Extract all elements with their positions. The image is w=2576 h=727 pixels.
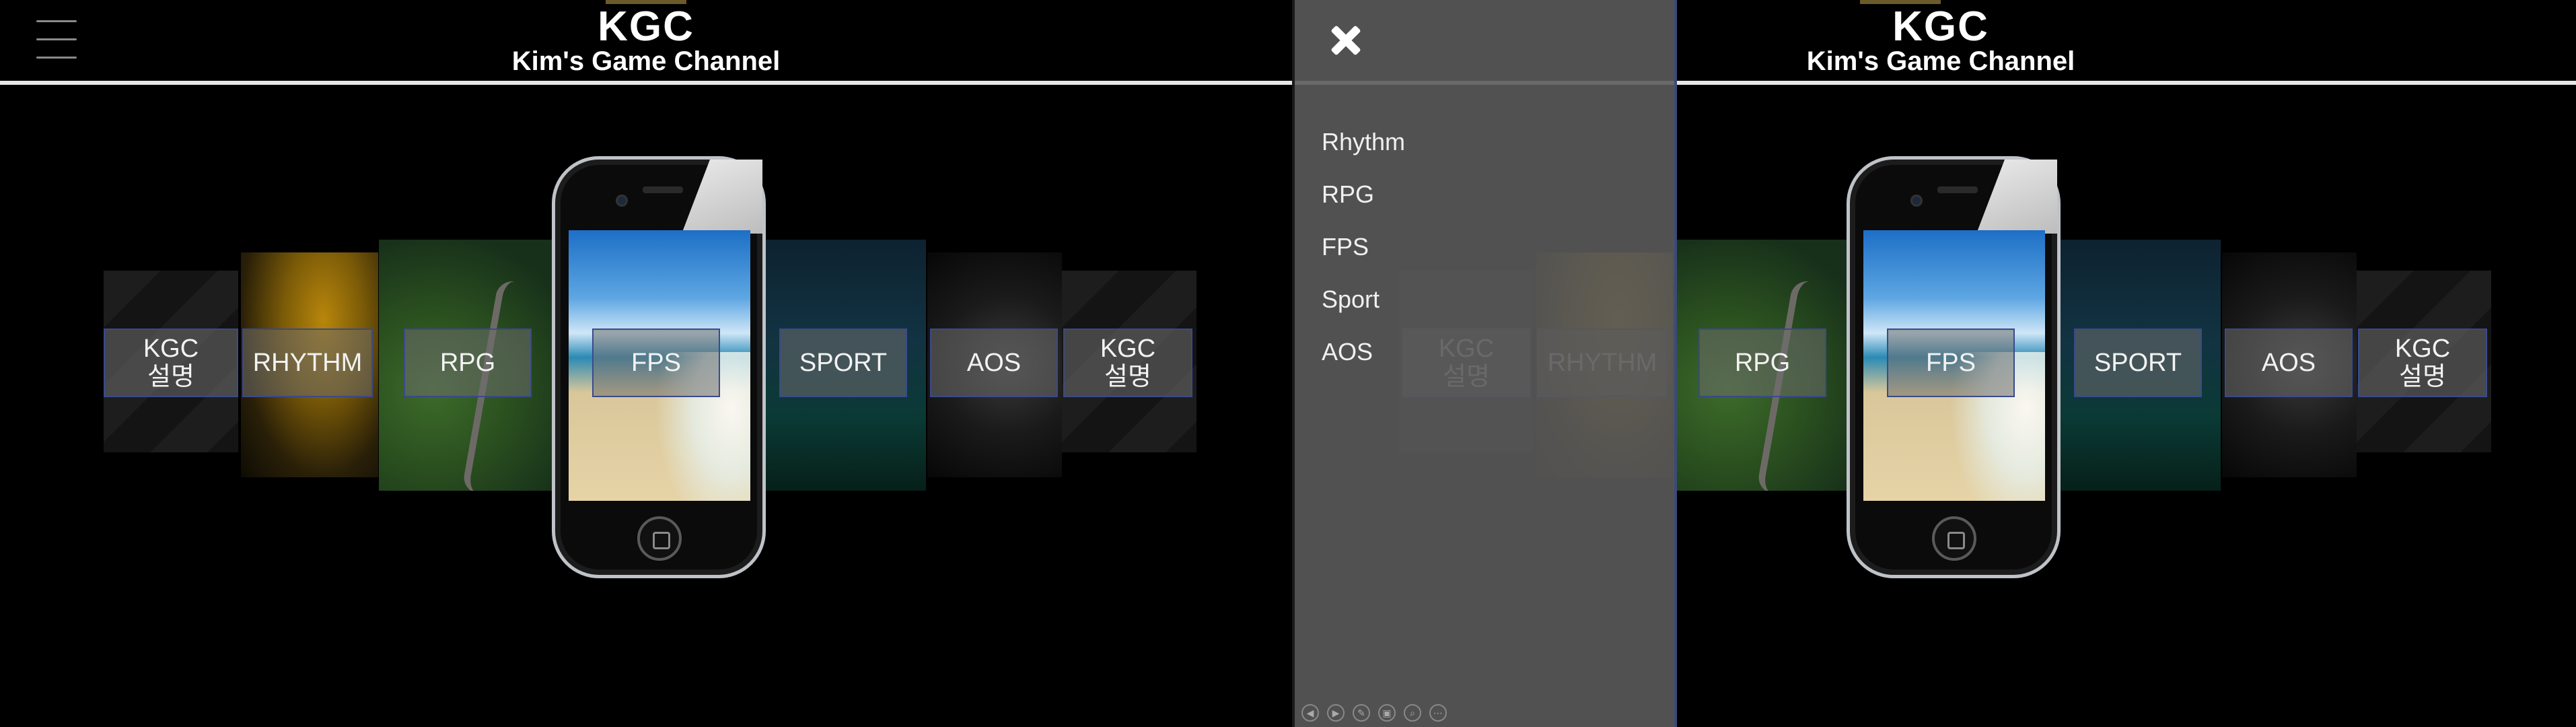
card-label-sport[interactable]: SPORT	[2074, 328, 2202, 397]
home-button-icon[interactable]	[1932, 516, 1976, 561]
card-label-kgc-right[interactable]: KGC 설명	[1063, 328, 1192, 397]
home-button-icon[interactable]	[637, 516, 682, 561]
menu-item-aos[interactable]: AOS	[1322, 338, 1373, 366]
phone-speaker	[643, 186, 683, 193]
prev-icon[interactable]: ◀	[1301, 704, 1319, 722]
phone-camera	[1910, 195, 1923, 207]
menu-item-rpg[interactable]: RPG	[1322, 180, 1374, 209]
phone-glare	[682, 160, 762, 234]
menu-item-fps[interactable]: FPS	[1322, 233, 1369, 261]
menu-item-rhythm[interactable]: Rhythm	[1322, 128, 1405, 156]
card-label-rhythm[interactable]: RHYTHM	[242, 328, 373, 397]
card-label-aos[interactable]: AOS	[2225, 328, 2353, 397]
side-menu-drawer: Rhythm RPG FPS Sport AOS ◀ ▶ ✎ ▣ ⌕ ⋯	[1295, 0, 1677, 727]
card-label-sport[interactable]: SPORT	[779, 328, 907, 397]
next-icon[interactable]: ▶	[1327, 704, 1345, 722]
pen-icon[interactable]: ✎	[1353, 704, 1370, 722]
zoom-icon[interactable]: ⌕	[1404, 704, 1421, 722]
card-label-fps[interactable]: FPS	[1887, 328, 2015, 397]
game-carousel: KGC 설명 RHYTHM RPG FPS SPORT AOS KGC 설명	[0, 0, 1292, 727]
card-label-rpg[interactable]: RPG	[1698, 328, 1826, 397]
card-label-kgc-right[interactable]: KGC 설명	[2358, 328, 2487, 397]
main-view-menu-open: KGC Kim's Game Channel KGC 설명 RHYT	[1295, 0, 2576, 727]
slides-icon[interactable]: ▣	[1378, 704, 1396, 722]
menu-item-sport[interactable]: Sport	[1322, 285, 1380, 314]
close-icon[interactable]	[1326, 20, 1366, 61]
card-label-fps[interactable]: FPS	[592, 328, 720, 397]
card-label-rpg[interactable]: RPG	[404, 328, 532, 397]
phone-glare	[1976, 160, 2057, 234]
card-label-aos[interactable]: AOS	[930, 328, 1058, 397]
phone-camera	[616, 195, 628, 207]
card-label-kgc-left[interactable]: KGC 설명	[104, 328, 238, 397]
phone-speaker	[1937, 186, 1978, 193]
more-icon[interactable]: ⋯	[1429, 704, 1447, 722]
main-view-closed: KGC Kim's Game Channel KGC 설명 RHYTHM RPG…	[0, 0, 1292, 727]
slideshow-controls: ◀ ▶ ✎ ▣ ⌕ ⋯	[1301, 704, 1447, 722]
